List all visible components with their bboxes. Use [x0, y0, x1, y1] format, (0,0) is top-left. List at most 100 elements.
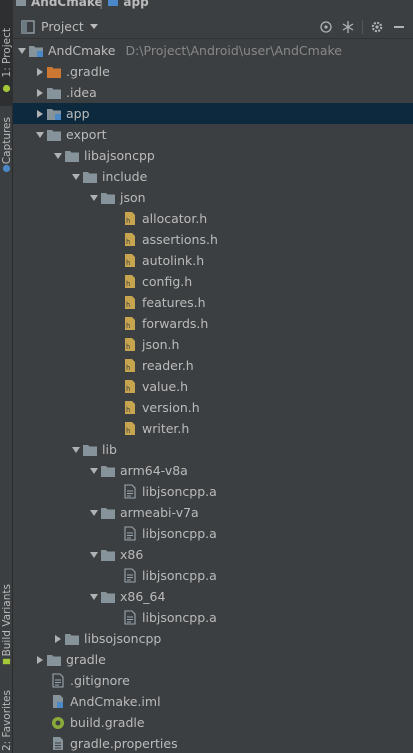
tree-label: AndCmake: [48, 43, 116, 58]
folder-icon: [64, 631, 80, 647]
project-panel-header: Project: [13, 15, 413, 39]
project-view-icon: [21, 19, 35, 34]
tree-row-file[interactable]: gradle.properties: [13, 733, 413, 753]
tree-row-root[interactable]: AndCmake D:\Project\Android\user\AndCmak…: [13, 40, 413, 61]
tree-row-abi-folder[interactable]: x86: [13, 544, 413, 565]
breadcrumb-module-label: app: [123, 0, 149, 9]
tree-row-file[interactable]: libjsoncpp.a: [13, 481, 413, 502]
folder-icon: [100, 463, 116, 479]
collapsed-arrow-icon[interactable]: [34, 66, 46, 78]
tree-label: libjsoncpp.a: [142, 610, 217, 625]
tree-label: AndCmake.iml: [70, 694, 161, 709]
tree-row-file[interactable]: .gitignore: [13, 670, 413, 691]
chevron-down-icon: [89, 23, 98, 29]
tree-label: x86_64: [120, 589, 166, 604]
tree-row-file[interactable]: h allocator.h: [13, 208, 413, 229]
module-folder-icon: [108, 0, 119, 6]
svg-text:h: h: [126, 238, 130, 246]
tree-row-file[interactable]: libjsoncpp.a: [13, 565, 413, 586]
expanded-arrow-icon[interactable]: [34, 129, 46, 141]
hide-panel-icon[interactable]: [391, 19, 407, 35]
tree-label: armeabi-v7a: [120, 505, 199, 520]
tree-row-export[interactable]: export: [13, 124, 413, 145]
tree-row-file[interactable]: build.gradle: [13, 712, 413, 733]
text-file-icon: [122, 568, 138, 584]
expanded-arrow-icon[interactable]: [88, 549, 100, 561]
tree-label: config.h: [142, 274, 193, 289]
expanded-arrow-icon[interactable]: [88, 465, 100, 477]
tree-row-file[interactable]: h reader.h: [13, 355, 413, 376]
collapse-all-icon[interactable]: [340, 19, 356, 35]
tree-label: export: [66, 127, 107, 142]
tab-favorites-label: 2: Favorites: [0, 690, 13, 751]
tree-label: features.h: [142, 295, 206, 310]
tree-row-file[interactable]: h features.h: [13, 292, 413, 313]
expanded-arrow-icon[interactable]: [88, 192, 100, 204]
tree-row-file[interactable]: h writer.h: [13, 418, 413, 439]
collapsed-arrow-icon[interactable]: [34, 108, 46, 120]
tree-label: assertions.h: [142, 232, 218, 247]
tree-row-file[interactable]: AndCmake.iml: [13, 691, 413, 712]
tree-row-file[interactable]: h json.h: [13, 334, 413, 355]
view-mode-label: Project: [41, 19, 84, 34]
collapsed-arrow-icon[interactable]: [52, 633, 64, 645]
folder-icon: [100, 505, 116, 521]
tree-label: writer.h: [142, 421, 190, 436]
folder-icon: [100, 547, 116, 563]
tree-row-idea[interactable]: .idea: [13, 82, 413, 103]
expanded-arrow-icon[interactable]: [70, 444, 82, 456]
header-file-icon: h: [122, 400, 138, 416]
tree-row-libsojsoncpp[interactable]: libsojsoncpp: [13, 628, 413, 649]
breadcrumb-project-label: AndCmake: [31, 0, 103, 9]
tree-row-file[interactable]: h autolink.h: [13, 250, 413, 271]
tab-project-label: 1: Project: [0, 28, 13, 78]
tree-label: lib: [102, 442, 117, 457]
tree-row-file[interactable]: h forwards.h: [13, 313, 413, 334]
tree-row-file[interactable]: h value.h: [13, 376, 413, 397]
view-mode-dropdown[interactable]: Project: [21, 19, 98, 34]
svg-text:h: h: [126, 280, 130, 288]
tool-window-strip: 1: Project Captures Build Variants 2: Fa…: [0, 0, 13, 753]
tree-row-json[interactable]: json: [13, 187, 413, 208]
collapsed-arrow-icon[interactable]: [34, 654, 46, 666]
tree-row-abi-folder[interactable]: armeabi-v7a: [13, 502, 413, 523]
tree-row-file[interactable]: h config.h: [13, 271, 413, 292]
tree-label: reader.h: [142, 358, 194, 373]
tree-label: json: [120, 190, 146, 205]
text-file-icon: [50, 673, 66, 689]
tab-captures-label: Captures: [0, 117, 13, 165]
tree-row-include[interactable]: include: [13, 166, 413, 187]
tree-label: forwards.h: [142, 316, 209, 331]
tree-row-file[interactable]: h assertions.h: [13, 229, 413, 250]
tree-row-file[interactable]: libjsoncpp.a: [13, 523, 413, 544]
tab-build-variants[interactable]: Build Variants: [0, 575, 13, 665]
tree-row-file[interactable]: h version.h: [13, 397, 413, 418]
tree-label: libsojsoncpp: [84, 631, 162, 646]
tree-row-abi-folder[interactable]: arm64-v8a: [13, 460, 413, 481]
svg-text:h: h: [126, 322, 130, 330]
svg-text:h: h: [126, 343, 130, 351]
tree-row-libajsoncpp[interactable]: libajsoncpp: [13, 145, 413, 166]
breadcrumb-module[interactable]: | app: [99, 0, 149, 9]
expanded-arrow-icon[interactable]: [70, 171, 82, 183]
header-file-icon: h: [122, 358, 138, 374]
tree-row-file[interactable]: libjsoncpp.a: [13, 607, 413, 628]
scroll-from-source-icon[interactable]: [318, 19, 334, 35]
text-file-icon: [122, 484, 138, 500]
tree-row-gradle-dir[interactable]: .gradle: [13, 61, 413, 82]
expanded-arrow-icon[interactable]: [88, 591, 100, 603]
collapsed-arrow-icon[interactable]: [34, 87, 46, 99]
tree-label: gradle: [66, 652, 106, 667]
tree-row-app[interactable]: app: [13, 103, 413, 124]
tab-favorites[interactable]: 2: Favorites: [0, 688, 13, 753]
gear-icon[interactable]: [369, 19, 385, 35]
expanded-arrow-icon[interactable]: [16, 45, 28, 57]
tree-row-gradle-folder[interactable]: gradle: [13, 649, 413, 670]
tree-row-lib[interactable]: lib: [13, 439, 413, 460]
expanded-arrow-icon[interactable]: [88, 507, 100, 519]
expanded-arrow-icon[interactable]: [52, 150, 64, 162]
header-file-icon: h: [122, 337, 138, 353]
tree-row-abi-folder[interactable]: x86_64: [13, 586, 413, 607]
properties-file-icon: [50, 736, 66, 752]
breadcrumb-project[interactable]: AndCmake: [15, 0, 103, 9]
